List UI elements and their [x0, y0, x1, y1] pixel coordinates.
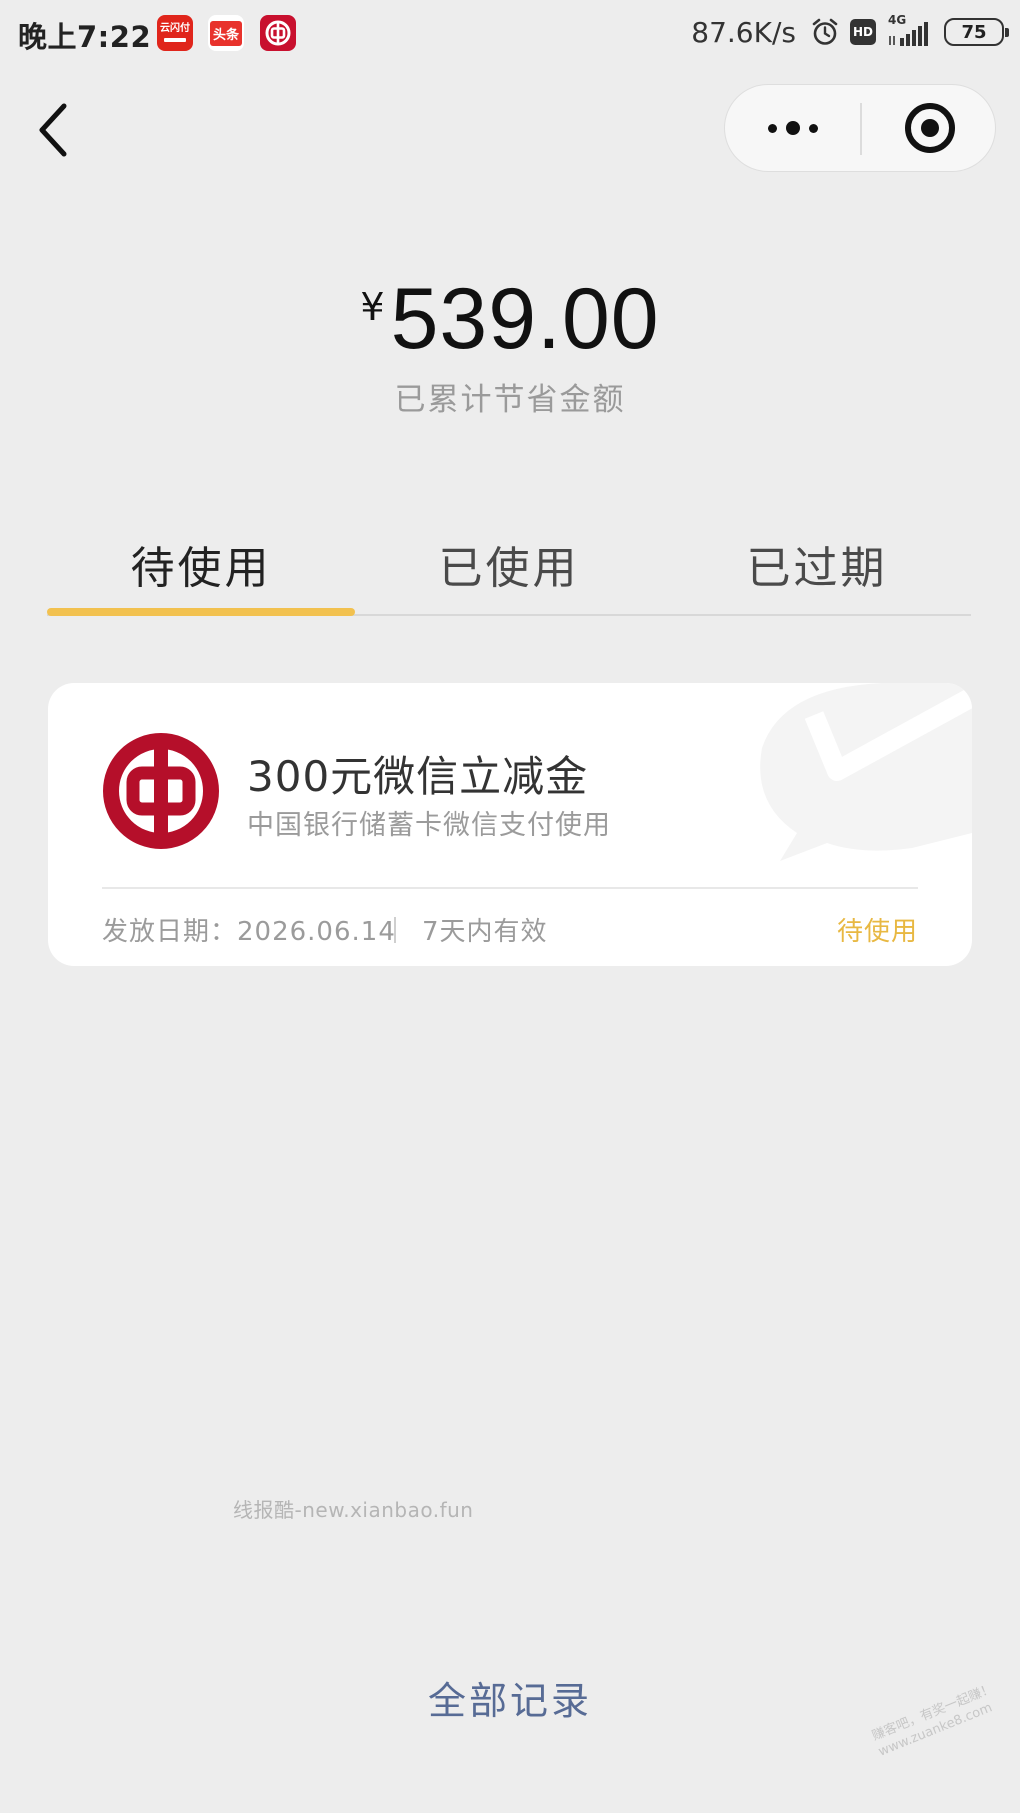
amount-caption: 已累计节省金额: [394, 382, 626, 418]
unionpay-icon: 云闪付: [157, 15, 193, 51]
amount-value: 539.00: [390, 271, 660, 367]
active-tab-indicator: [47, 608, 355, 616]
tab-label: 已过期: [746, 543, 888, 594]
signal-icon: 4G: [886, 13, 934, 47]
alarm-clock-icon: [810, 17, 840, 47]
all-records-link[interactable]: 全部记录: [0, 1670, 1020, 1725]
saved-amount: ¥539.00: [0, 270, 1020, 369]
tab-used[interactable]: 已使用: [355, 520, 663, 616]
target-icon: [904, 103, 955, 153]
network-speed: 87.6K/s: [691, 15, 796, 49]
issue-date: 发放日期：2026.06.14: [102, 917, 396, 947]
coupon-footer: 发放日期：2026.06.14 7天内有效 待使用: [102, 911, 918, 951]
chevron-left-icon: [39, 103, 67, 157]
more-button[interactable]: [725, 85, 860, 171]
battery-level: 75: [961, 21, 987, 43]
footer-separator: [394, 917, 396, 943]
boc-logo-icon: [103, 733, 219, 849]
unionpay-icon-label: 云闪付: [160, 23, 190, 34]
toutiao-icon: 头条: [208, 15, 244, 51]
boc-app-icon: [260, 15, 296, 51]
wechat-pay-watermark-icon: [760, 683, 972, 861]
hd-icon: HD: [850, 19, 876, 45]
status-time: 晚上7:22: [18, 20, 152, 54]
site-watermark: 线报酷-new.xianbao.fun: [233, 1498, 474, 1522]
coupon-divider: [102, 887, 918, 889]
more-dots-icon: [767, 123, 777, 133]
mini-program-capsule: [724, 84, 996, 172]
coupon-title: 300元微信立减金: [247, 752, 589, 801]
battery-icon: 75: [944, 18, 1009, 46]
status-bar: 晚上7:22 云闪付 头条 87.6K/s HD 4G 75: [0, 0, 1020, 66]
close-mini-program-button[interactable]: [862, 85, 997, 171]
coupon-card[interactable]: 300元微信立减金 中国银行储蓄卡微信支付使用 发放日期：2026.06.14 …: [48, 683, 972, 966]
tab-pending[interactable]: 待使用: [47, 520, 355, 616]
toutiao-icon-label: 头条: [209, 20, 242, 46]
back-button[interactable]: [30, 98, 80, 162]
coupon-status: 待使用: [836, 917, 918, 947]
tab-expired[interactable]: 已过期: [663, 520, 971, 616]
tab-label: 待使用: [130, 543, 272, 594]
status-indicators: 87.6K/s HD 4G 75: [691, 13, 1009, 50]
tab-label: 已使用: [438, 543, 580, 594]
coupon-tabs: 待使用 已使用 已过期: [47, 520, 971, 616]
currency-symbol: ¥: [360, 285, 385, 329]
coupon-description: 中国银行储蓄卡微信支付使用: [247, 810, 611, 841]
validity-period: 7天内有效: [422, 917, 548, 947]
